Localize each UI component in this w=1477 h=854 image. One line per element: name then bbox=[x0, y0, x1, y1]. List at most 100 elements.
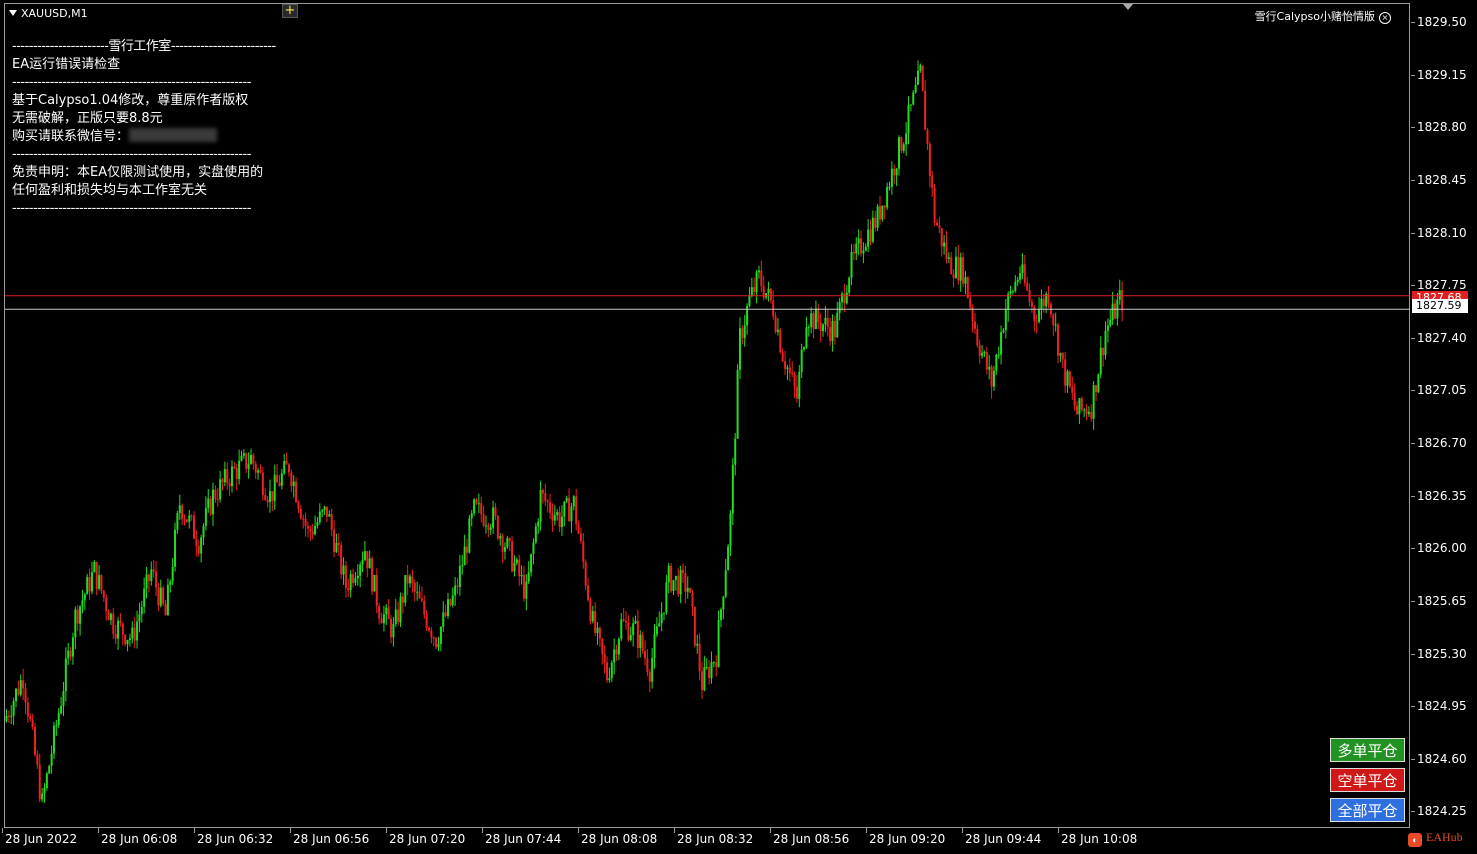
candle-body bbox=[240, 455, 243, 461]
candle-body bbox=[169, 581, 172, 585]
candle-body bbox=[776, 329, 779, 333]
candle-body bbox=[921, 65, 924, 91]
price-tick-label: 1825.30 bbox=[1411, 646, 1467, 661]
candle-body bbox=[786, 367, 789, 369]
candle-body bbox=[774, 316, 777, 333]
price-axis[interactable]: 1829.50 1829.15 1828.80 1828.45 1828.10 1827.… bbox=[1411, 0, 1477, 828]
candle-body bbox=[1016, 279, 1019, 283]
candle-body bbox=[202, 525, 205, 538]
candle-body bbox=[67, 650, 70, 659]
candle-body bbox=[183, 519, 186, 521]
candle-body bbox=[1019, 273, 1022, 280]
candle-body bbox=[449, 599, 452, 606]
candle-body bbox=[537, 521, 540, 527]
candle-body bbox=[719, 609, 722, 621]
candle-body bbox=[997, 354, 1000, 356]
candle-body bbox=[627, 622, 630, 641]
eahub-logo-icon: ◐ bbox=[1408, 833, 1422, 847]
candle-body bbox=[636, 620, 639, 649]
candle-body bbox=[874, 217, 877, 228]
candle-body bbox=[102, 590, 105, 598]
candle-body bbox=[147, 574, 150, 581]
candle-body bbox=[1092, 385, 1095, 419]
candle-body bbox=[677, 575, 680, 595]
candle-body bbox=[197, 546, 200, 554]
candle-body bbox=[363, 551, 366, 561]
candle-body bbox=[1095, 385, 1098, 393]
candle-body bbox=[195, 538, 198, 547]
candle-body bbox=[404, 574, 407, 603]
candle-body bbox=[665, 582, 668, 613]
candle-body bbox=[881, 205, 884, 220]
candle-body bbox=[672, 580, 675, 591]
chart-shift-marker-icon[interactable] bbox=[1123, 4, 1133, 10]
close-circle-icon[interactable]: × bbox=[1379, 12, 1391, 24]
candle-body bbox=[401, 596, 404, 603]
candle-body bbox=[299, 509, 302, 519]
candle-body bbox=[245, 453, 248, 469]
candle-body bbox=[655, 626, 658, 635]
candle-body bbox=[1111, 303, 1114, 321]
symbol-label[interactable]: XAUUSD,M1 bbox=[9, 7, 88, 20]
close-long-button[interactable]: 多单平仓 bbox=[1330, 738, 1405, 762]
candle-body bbox=[143, 588, 146, 607]
candle-body bbox=[233, 466, 236, 469]
candle-body bbox=[501, 536, 504, 552]
time-tick-label: 28 Jun 07:20 bbox=[385, 828, 466, 846]
candle-body bbox=[883, 205, 886, 208]
candle-body bbox=[392, 624, 395, 638]
candle-body bbox=[1059, 353, 1062, 356]
plus-icon[interactable]: + bbox=[282, 4, 298, 18]
candle-body bbox=[328, 514, 331, 517]
candle-body bbox=[905, 133, 908, 145]
candle-body bbox=[788, 367, 791, 373]
candle-body bbox=[814, 308, 817, 329]
candle-body bbox=[952, 274, 955, 278]
candle-body bbox=[674, 575, 677, 581]
candle-body bbox=[29, 716, 32, 720]
price-tick-label: 1828.80 bbox=[1411, 120, 1467, 135]
dropdown-triangle-icon[interactable] bbox=[9, 10, 17, 16]
candle-body bbox=[26, 702, 29, 717]
candle-body bbox=[264, 495, 267, 500]
candle-body bbox=[582, 541, 585, 563]
candle-body bbox=[62, 691, 65, 706]
close-short-button[interactable]: 空单平仓 bbox=[1330, 768, 1405, 792]
candle-body bbox=[1080, 398, 1083, 410]
candle-body bbox=[216, 498, 219, 500]
candle-body bbox=[622, 619, 625, 621]
candle-body bbox=[19, 680, 22, 695]
candle-body bbox=[819, 322, 822, 332]
candle-body bbox=[648, 672, 651, 682]
candle-body bbox=[943, 242, 946, 247]
candle-body bbox=[200, 537, 203, 554]
candle-body bbox=[254, 463, 257, 473]
candle-body bbox=[117, 620, 120, 639]
candle-body bbox=[473, 499, 476, 514]
candle-body bbox=[919, 65, 922, 71]
candle-body bbox=[705, 667, 708, 669]
close-all-button[interactable]: 全部平仓 bbox=[1330, 798, 1405, 822]
candle-body bbox=[587, 585, 590, 601]
candle-body bbox=[898, 137, 901, 169]
candle-body bbox=[321, 510, 324, 512]
candle-body bbox=[385, 607, 388, 615]
candle-body bbox=[893, 168, 896, 176]
candle-body bbox=[309, 528, 312, 532]
candle-body bbox=[112, 613, 115, 635]
candle-body bbox=[418, 591, 421, 599]
candle-body bbox=[121, 623, 124, 635]
candle-body bbox=[212, 489, 215, 515]
candle-body bbox=[45, 773, 48, 788]
candle-body bbox=[1076, 405, 1079, 415]
candle-body bbox=[886, 186, 889, 208]
candle-body bbox=[406, 574, 409, 584]
candle-body bbox=[140, 606, 143, 615]
candle-body bbox=[36, 754, 39, 765]
candle-body bbox=[382, 614, 385, 624]
candle-body bbox=[966, 277, 969, 298]
candle-body bbox=[166, 584, 169, 616]
candle-body bbox=[257, 470, 260, 473]
candle-body bbox=[1054, 324, 1057, 326]
candle-body bbox=[1035, 321, 1038, 323]
